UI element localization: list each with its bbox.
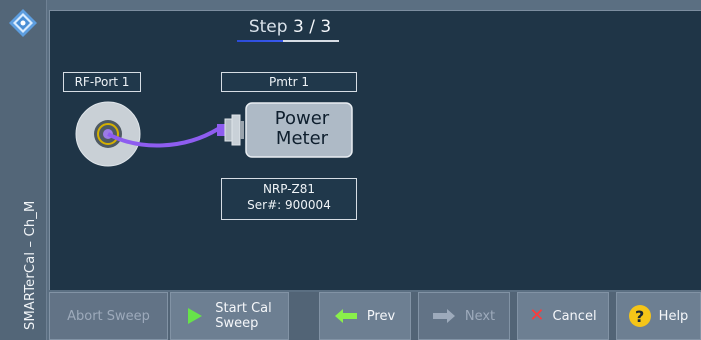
smartercal-dialog: SMARTerCal – Ch_M Step 3 / 3 RF-Port 1 P… bbox=[0, 0, 701, 340]
prev-button[interactable]: Prev bbox=[319, 292, 411, 340]
start-cal-sweep-button[interactable]: Start Cal Sweep bbox=[170, 292, 289, 340]
connection-panel: Step 3 / 3 RF-Port 1 Pmtr 1 Power Meter … bbox=[49, 10, 701, 290]
cancel-button[interactable]: ✕ Cancel bbox=[517, 292, 609, 340]
close-icon: ✕ bbox=[529, 305, 545, 326]
sidebar: SMARTerCal – Ch_M bbox=[0, 0, 47, 340]
sensor-info-box: NRP-Z81 Ser#: 900004 bbox=[221, 178, 357, 220]
arrow-right-icon bbox=[432, 309, 455, 323]
arrow-left-icon bbox=[334, 309, 357, 323]
sensor-model: NRP-Z81 bbox=[262, 182, 316, 196]
sensor-connector bbox=[224, 118, 233, 142]
next-button[interactable]: Next bbox=[418, 292, 510, 340]
rs-diamond-logo-icon bbox=[9, 9, 37, 37]
connection-diagram bbox=[75, 101, 353, 167]
help-button[interactable]: ? Help bbox=[616, 292, 701, 340]
power-meter-text: Power Meter bbox=[274, 108, 330, 149]
play-icon bbox=[188, 308, 203, 324]
window-title: SMARTerCal – Ch_M bbox=[23, 200, 38, 330]
abort-sweep-button[interactable]: Abort Sweep bbox=[49, 292, 168, 340]
sensor-serial: Ser#: 900004 bbox=[247, 198, 331, 212]
help-icon: ? bbox=[628, 305, 651, 327]
